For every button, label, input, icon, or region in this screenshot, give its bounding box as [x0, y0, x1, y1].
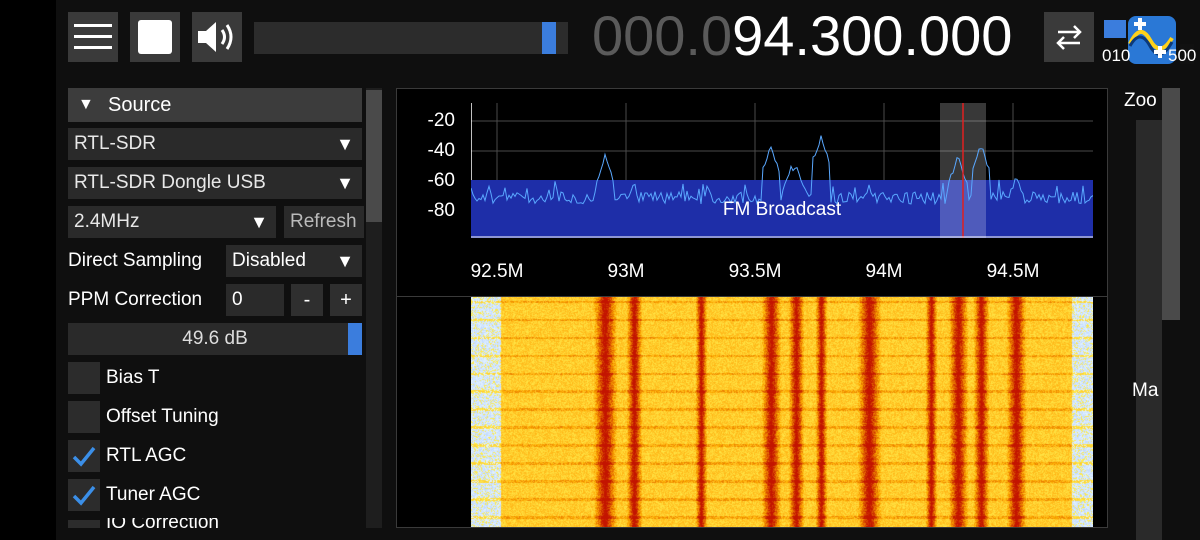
max-slider[interactable]: [1136, 410, 1162, 540]
frequency-display[interactable]: 000.094.300.000: [592, 4, 1012, 68]
chevron-down-icon: ▼: [336, 251, 354, 271]
ppm-correction-label: PPM Correction: [68, 289, 203, 310]
chevron-down-icon: ▼: [336, 173, 354, 193]
y-tick-label: -80: [427, 200, 455, 221]
ppm-input[interactable]: 0: [226, 284, 284, 316]
y-tick-label: -60: [427, 170, 455, 191]
snap-indicator: [1104, 20, 1126, 38]
snap-label-left: 010: [1102, 46, 1131, 65]
source-panel: ▼ Source RTL-SDR ▼ RTL-SDR Dongle USB ▼ …: [68, 88, 364, 528]
ppm-value: 0: [232, 289, 243, 310]
sample-rate-select[interactable]: 2.4MHz ▼: [68, 206, 276, 238]
menu-button[interactable]: [68, 12, 118, 62]
checkbox-label: Tuner AGC: [106, 484, 201, 505]
gain-slider[interactable]: 49.6 dB: [68, 323, 362, 355]
frequency-digits[interactable]: 94.300.000: [732, 4, 1012, 67]
y-tick-label: -40: [427, 140, 455, 161]
swap-arrows-icon: [1056, 25, 1082, 50]
checkbox-label: Offset Tuning: [106, 406, 219, 427]
gain-slider-handle[interactable]: [348, 323, 362, 355]
direct-sampling-label: Direct Sampling: [68, 250, 203, 271]
volume-slider-handle[interactable]: [542, 22, 556, 54]
x-tick-label: 93M: [607, 261, 645, 282]
spectrum-view[interactable]: -20 -40 -60 -80 FM Broadcast 92.5M 93M 93.5M 9…: [396, 88, 1108, 528]
checkbox-tuner-agc[interactable]: [68, 479, 100, 511]
collapse-triangle-icon: ▼: [78, 96, 94, 113]
x-tick-label: 94.5M: [986, 261, 1040, 282]
source-type-value: RTL-SDR: [74, 133, 156, 154]
ppm-decrement-button[interactable]: -: [291, 284, 323, 316]
band-label: FM Broadcast: [723, 199, 842, 220]
refresh-button[interactable]: Refresh: [284, 206, 364, 238]
checkmark-icon: [72, 446, 96, 467]
volume-button[interactable]: [192, 12, 242, 62]
ppm-increment-button[interactable]: +: [330, 284, 362, 316]
hamburger-icon: [74, 24, 112, 49]
panel-scrollbar-thumb[interactable]: [366, 90, 382, 222]
iq-correction-label: IQ Correction: [106, 518, 219, 528]
x-tick-label: 94M: [865, 261, 903, 282]
direct-sampling-value: Disabled: [232, 250, 306, 271]
checkmark-icon: [72, 485, 96, 506]
source-section-header[interactable]: ▼ Source: [68, 88, 362, 122]
refresh-label: Refresh: [290, 211, 357, 232]
chevron-down-icon: ▼: [336, 134, 354, 154]
x-tick-label: 92.5M: [470, 261, 524, 282]
device-select[interactable]: RTL-SDR Dongle USB ▼: [68, 167, 362, 199]
play-stop-button[interactable]: [130, 12, 180, 62]
y-tick-label: -20: [427, 110, 455, 131]
checkbox-label: Bias T: [106, 367, 160, 388]
fft-plot[interactable]: FM Broadcast: [471, 103, 1093, 238]
stop-icon: [138, 20, 172, 54]
iq-correction-checkbox[interactable]: [68, 520, 100, 528]
gain-value: 49.6 dB: [182, 328, 248, 349]
speaker-icon: [198, 22, 233, 52]
device-value: RTL-SDR Dongle USB: [74, 172, 266, 193]
snap-label-right: 500: [1168, 46, 1197, 65]
sample-rate-value: 2.4MHz: [74, 211, 140, 232]
zoom-label: Zoo: [1124, 90, 1157, 111]
volume-slider[interactable]: [254, 22, 568, 54]
snap-interval-control[interactable]: 010 500: [1102, 16, 1197, 68]
checkbox-rtl-agc[interactable]: [68, 440, 100, 472]
chevron-down-icon: ▼: [250, 212, 268, 232]
swap-button[interactable]: [1044, 12, 1094, 62]
frequency-leading-digits[interactable]: 000.0: [592, 4, 732, 67]
source-header-label: Source: [108, 94, 172, 116]
x-tick-label: 93.5M: [728, 261, 782, 282]
right-scrollbar[interactable]: [1162, 88, 1180, 320]
direct-sampling-select[interactable]: Disabled ▼: [226, 245, 362, 277]
checkbox-label: RTL AGC: [106, 445, 187, 466]
max-label: Ma: [1132, 380, 1159, 401]
source-type-select[interactable]: RTL-SDR ▼: [68, 128, 362, 160]
waterfall-display[interactable]: [471, 297, 1093, 527]
checkbox-offset-tuning[interactable]: [68, 401, 100, 433]
checkbox-bias-t[interactable]: [68, 362, 100, 394]
